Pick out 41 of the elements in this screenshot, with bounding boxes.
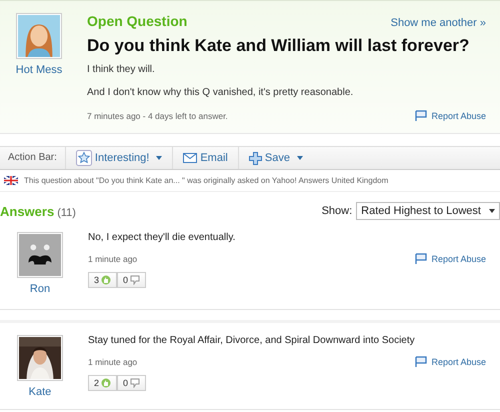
answer-time: 1 minute ago <box>88 356 138 366</box>
mail-icon <box>183 153 198 163</box>
report-abuse-link[interactable]: Report Abuse <box>415 253 486 264</box>
thumbs-up-icon <box>101 275 112 285</box>
sort-dropdown[interactable]: Rated Highest to Lowest <box>356 202 500 220</box>
flag-icon <box>415 253 428 264</box>
caret-icon <box>296 156 303 160</box>
author-link[interactable]: Hot Mess <box>16 64 62 76</box>
notice-text: This question about "Do you think Kate an... " was originally asked on Yahoo! Answers United Kingdom <box>24 176 388 185</box>
thumbs-up-button[interactable]: 2 <box>88 375 118 391</box>
show-label: Show: <box>322 205 352 217</box>
action-button[interactable]: Email <box>173 147 239 169</box>
action-bar-label: Action Bar: <box>0 147 66 169</box>
question-status: Open Question <box>87 13 188 29</box>
star-icon <box>76 150 92 166</box>
answer-text: No, I expect they'll die eventually. <box>88 232 236 243</box>
avatar-icon <box>17 232 63 278</box>
thumbs-up-button[interactable]: 3 <box>88 272 118 288</box>
answer-text: Stay tuned for the Royal Affair, Divorce, and Spiral Downward into Society <box>88 335 416 346</box>
action-button[interactable]: Interesting! <box>66 147 174 169</box>
thumbs-down-button[interactable]: 0 <box>117 375 146 391</box>
author-link[interactable]: Ron <box>30 283 50 295</box>
thumbs-down-button[interactable]: 0 <box>117 272 146 288</box>
action-button[interactable]: Save <box>238 147 313 169</box>
thumbs-up-icon <box>101 378 112 388</box>
author-link[interactable]: Kate <box>28 386 52 398</box>
question-text: I think they will. <box>87 64 156 75</box>
question-meta: 7 minutes ago - 4 days left to answer. <box>87 110 228 120</box>
flag-icon <box>415 356 428 367</box>
flag-icon <box>415 110 428 121</box>
show-another-link[interactable]: Show me another » <box>390 17 486 29</box>
question-title: Do you think Kate and William will last forever? <box>87 36 470 56</box>
avatar-icon <box>16 13 62 59</box>
answer-time: 1 minute ago <box>88 254 138 264</box>
question-text: And I don't know why this Q vanished, it's pretty reasonable. <box>87 87 354 98</box>
report-abuse-link[interactable]: Report Abuse <box>415 356 486 367</box>
flag-icon <box>4 176 18 185</box>
caret-icon <box>156 156 162 160</box>
plus-icon <box>248 152 262 164</box>
answers-heading: Answers (11) <box>0 204 76 218</box>
report-abuse-link[interactable]: Report Abuse <box>415 110 486 121</box>
